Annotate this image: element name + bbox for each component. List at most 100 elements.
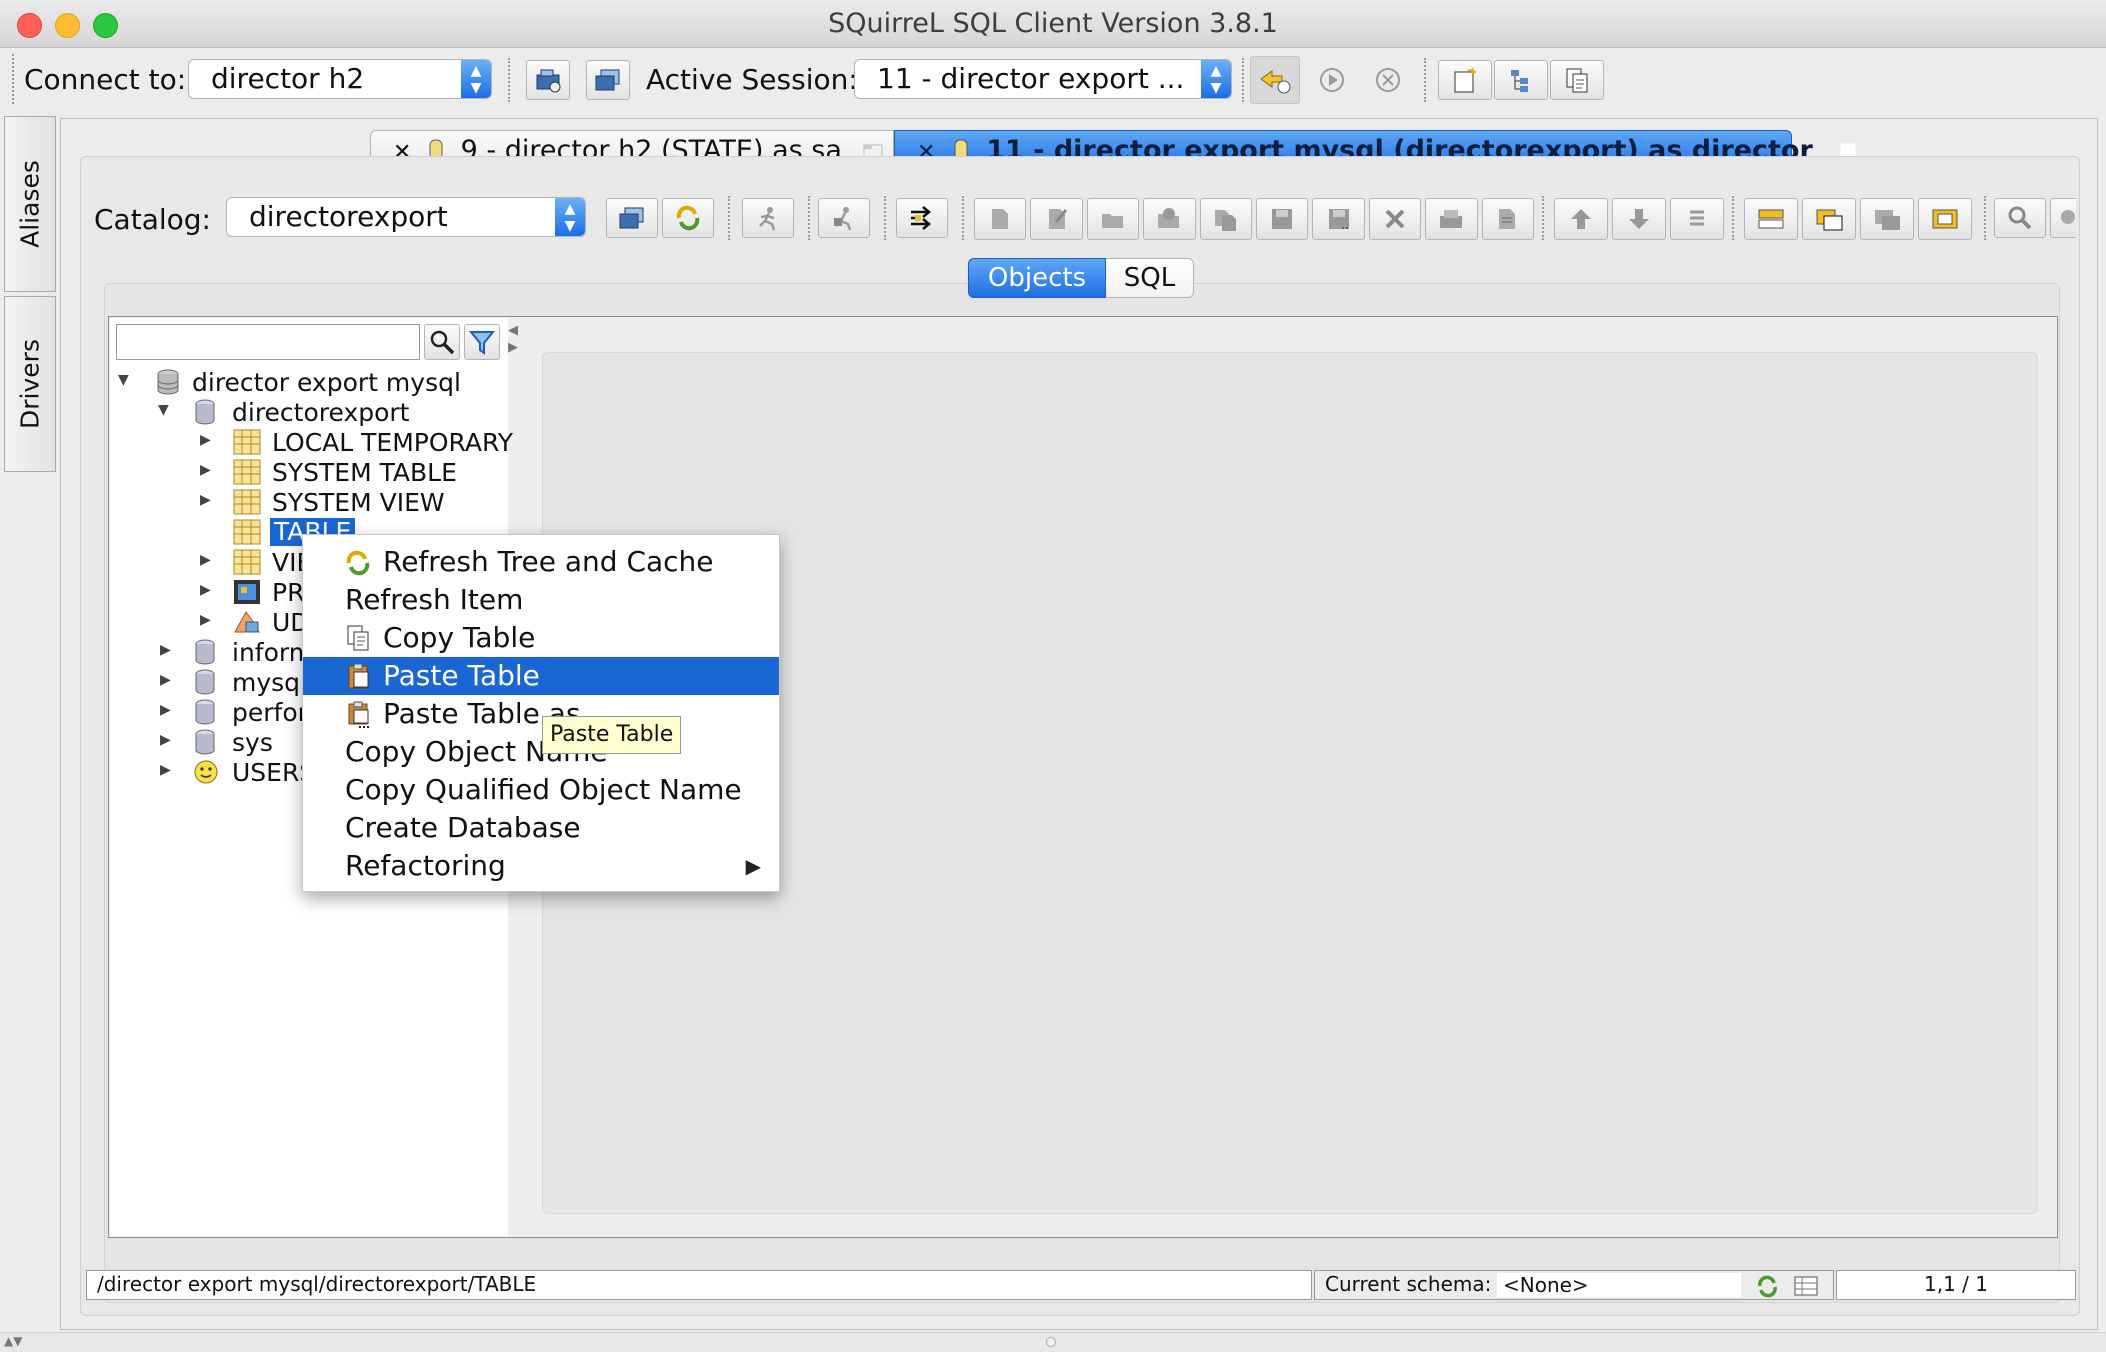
menu-item-copy-qualified-object-name[interactable]: Copy Qualified Object Name (303, 771, 779, 809)
tree-node-mysql[interactable]: mysql (232, 668, 307, 698)
run-button[interactable] (1310, 60, 1354, 100)
tools-button[interactable] (896, 198, 948, 238)
list-button[interactable] (1670, 198, 1724, 240)
tree-search-input[interactable] (116, 324, 420, 360)
toggle-result-button[interactable] (1744, 198, 1798, 240)
menu-item-label: Refresh Item (345, 583, 524, 616)
collapsed-arrow-icon[interactable]: ▶ (160, 702, 171, 718)
run-sql-button[interactable] (742, 198, 794, 238)
tree-filter-button[interactable] (464, 324, 500, 360)
table-type-icon (233, 489, 261, 515)
open-file-button[interactable] (1086, 198, 1140, 240)
object-tree-button[interactable] (1494, 60, 1548, 100)
stop-button[interactable] (1366, 60, 1410, 100)
tree-node-system-table[interactable]: SYSTEM TABLE (272, 458, 457, 488)
udt-icon (234, 611, 260, 633)
session-properties-button[interactable] (606, 198, 658, 238)
tree-node-information-schema[interactable]: inform (232, 638, 313, 668)
tree-search-button[interactable] (424, 324, 460, 360)
result-history-button[interactable] (1918, 198, 1972, 240)
session-window-icon (595, 69, 620, 91)
collapsed-arrow-icon[interactable]: ▶ (160, 672, 171, 688)
menu-item-copy-object-name[interactable]: Copy Object Name (303, 733, 779, 771)
menu-item-refresh-item[interactable]: Refresh Item (303, 581, 779, 619)
find-button[interactable] (1994, 198, 2046, 238)
collapsed-arrow-icon[interactable]: ▶ (200, 432, 211, 448)
menu-item-paste-table[interactable]: Paste Table (303, 657, 779, 695)
cancel-sql-button[interactable] (818, 198, 870, 238)
close-result-button[interactable] (1860, 198, 1914, 240)
connect-to-combo[interactable]: director h2 ▲ ▼ (188, 59, 492, 99)
menu-item-create-database[interactable]: Create Database (303, 809, 779, 847)
print-button[interactable] (1425, 198, 1478, 240)
tab-sql[interactable]: SQL (1106, 258, 1194, 298)
tree-node-schema[interactable]: directorexport (232, 398, 409, 428)
new-session-button[interactable] (526, 60, 570, 100)
collapsed-arrow-icon[interactable]: ▶ (200, 492, 211, 508)
new-file-button[interactable] (974, 198, 1027, 240)
tree-node-performance-schema[interactable]: perfor (232, 698, 308, 728)
tab-objects[interactable]: Objects (968, 258, 1106, 298)
previous-button[interactable] (1554, 198, 1608, 240)
menu-item-copy-table[interactable]: Copy Table (303, 619, 779, 657)
next-button[interactable] (1612, 198, 1666, 240)
save-as-button[interactable] (1312, 198, 1365, 240)
tree-node-system-view[interactable]: SYSTEM VIEW (272, 488, 445, 518)
context-menu: Refresh Tree and Cache Refresh Item Copy… (302, 534, 780, 892)
tree-node-local-temporary[interactable]: LOCAL TEMPORARY (272, 428, 513, 458)
drivers-side-tab[interactable]: Drivers (4, 296, 56, 472)
file-history-button[interactable] (1481, 198, 1535, 240)
aliases-side-tab[interactable]: Aliases (4, 116, 56, 292)
split-arrows-icon[interactable]: ◀ ▶ (508, 322, 522, 360)
aliases-tab-label: Aliases (15, 160, 45, 248)
tree-node-procedures[interactable]: PR (272, 578, 304, 608)
toolbar-separator (1984, 196, 1986, 240)
schema-table-icon[interactable] (1793, 1274, 1819, 1298)
close-file-button[interactable] (1368, 198, 1422, 240)
copy-window-button[interactable] (1550, 60, 1604, 100)
result-close-icon (1875, 210, 1900, 230)
result-window-button[interactable] (1802, 198, 1856, 240)
recent-files-button[interactable] (1199, 198, 1253, 240)
collapsed-arrow-icon[interactable]: ▶ (200, 612, 211, 628)
expanded-arrow-icon[interactable]: ▼ (158, 402, 169, 418)
current-schema-value: <None> (1497, 1273, 1741, 1297)
arrows-icon (911, 206, 931, 230)
bookmark-button[interactable] (2050, 198, 2076, 238)
refresh-schema-icon[interactable] (1755, 1274, 1779, 1298)
save-button[interactable] (1256, 198, 1309, 240)
session-icon (619, 207, 644, 229)
sessions-button[interactable] (586, 60, 630, 100)
commit-button[interactable] (1250, 56, 1300, 104)
refresh-session-button[interactable] (662, 198, 714, 238)
catalog-combo[interactable]: directorexport ▲ ▼ (226, 197, 586, 237)
menu-item-refresh-tree-cache[interactable]: Refresh Tree and Cache (303, 543, 779, 581)
collapsed-arrow-icon[interactable]: ▶ (160, 732, 171, 748)
menu-item-paste-table-as[interactable]: Paste Table as (303, 695, 779, 733)
splitter-handle[interactable] (1046, 1337, 1056, 1347)
play-icon (1320, 68, 1344, 92)
menu-item-refactoring[interactable]: Refactoring ▶ (303, 847, 779, 885)
collapsed-arrow-icon[interactable]: ▶ (200, 582, 211, 598)
tree-node-sys[interactable]: sys (232, 728, 273, 758)
edit-file-icon (1048, 209, 1067, 229)
collapsed-arrow-icon[interactable]: ▶ (200, 462, 211, 478)
new-sql-worksheet-button[interactable] (1438, 60, 1492, 100)
new-file-icon (992, 209, 1009, 229)
collapsed-arrow-icon[interactable]: ▶ (160, 642, 171, 658)
open-append-button[interactable] (1143, 198, 1196, 240)
schema-icon (195, 669, 215, 695)
tree-node-root[interactable]: director export mysql (192, 368, 461, 398)
procedure-icon (234, 580, 260, 604)
expanded-arrow-icon[interactable]: ▼ (118, 372, 129, 388)
schema-icon (195, 639, 215, 665)
connect-icon (536, 69, 561, 93)
resize-arrows-icon[interactable]: ▲▼ (4, 1334, 22, 1348)
active-session-combo[interactable]: 11 - director export ... ▲ ▼ (854, 59, 1232, 99)
menu-item-label: Copy Table (383, 621, 536, 654)
connect-to-value: director h2 (211, 62, 365, 95)
collapsed-arrow-icon[interactable]: ▶ (200, 552, 211, 568)
collapsed-arrow-icon[interactable]: ▶ (160, 762, 171, 778)
documents-icon (1566, 68, 1588, 93)
edit-file-button[interactable] (1030, 198, 1083, 240)
